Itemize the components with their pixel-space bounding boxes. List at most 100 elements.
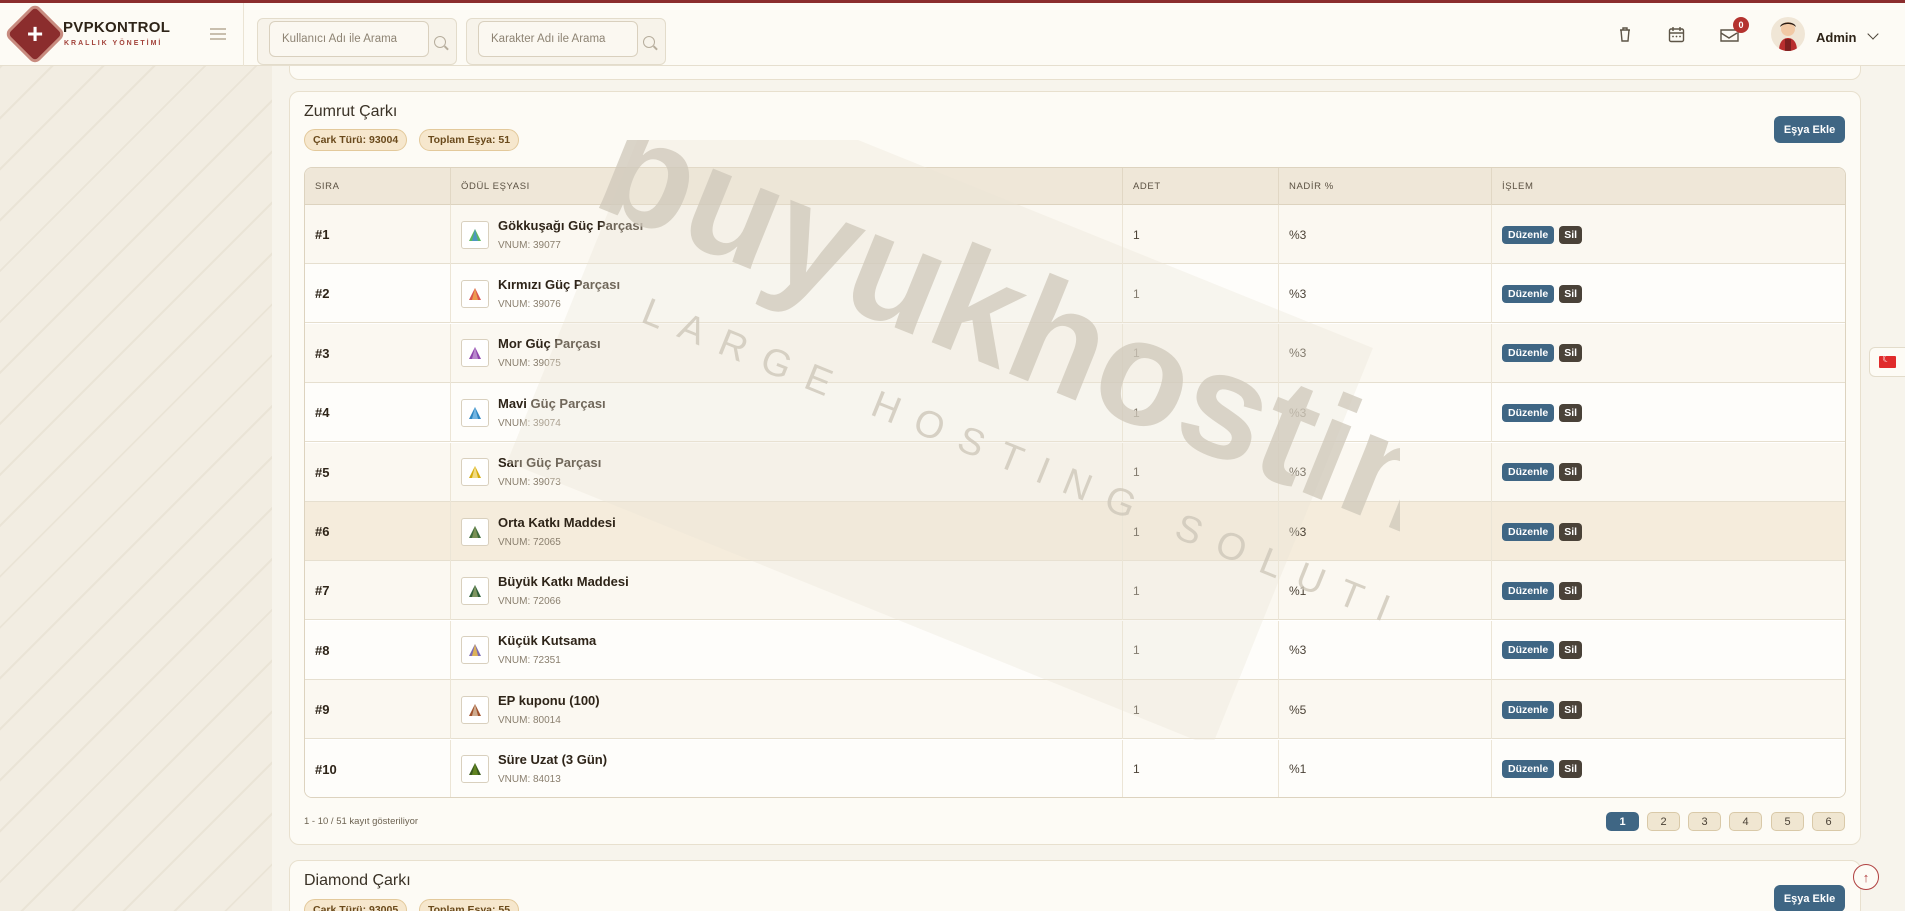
table-row: #9 EP kuponu (100) VNUM: 80014 1 %5 Düze… bbox=[305, 680, 1845, 740]
page-button-3[interactable]: 3 bbox=[1688, 812, 1721, 831]
page-button-1[interactable]: 1 bbox=[1606, 812, 1639, 831]
scroll-to-top-icon[interactable]: ↑ bbox=[1853, 864, 1879, 890]
rank-cell: #1 bbox=[305, 205, 451, 264]
rarity-cell: %5 bbox=[1279, 680, 1492, 740]
avatar[interactable] bbox=[1771, 17, 1805, 51]
edit-button[interactable]: Düzenle bbox=[1502, 760, 1555, 779]
delete-button[interactable]: Sil bbox=[1559, 463, 1583, 482]
wheel-type-badge: Çark Türü: 93004 bbox=[304, 129, 408, 151]
wheel-title: Diamond Çarkı bbox=[304, 872, 411, 889]
quantity-cell: 1 bbox=[1123, 620, 1279, 680]
item-name: Süre Uzat (3 Gün) bbox=[498, 752, 608, 768]
edit-button[interactable]: Düzenle bbox=[1502, 581, 1555, 600]
trash-icon[interactable] bbox=[1614, 23, 1636, 45]
item-vnum: VNUM: 72351 bbox=[498, 655, 561, 667]
actions-cell: Düzenle Sil bbox=[1492, 621, 1845, 680]
actions-cell: Düzenle Sil bbox=[1492, 740, 1845, 797]
delete-button[interactable]: Sil bbox=[1559, 760, 1583, 779]
actions-cell: Düzenle Sil bbox=[1492, 502, 1845, 561]
item-cell: Mor Güç Parçası VNUM: 39075 bbox=[451, 323, 1123, 383]
search-icon[interactable] bbox=[434, 36, 446, 48]
rarity-cell: %3 bbox=[1279, 620, 1492, 680]
table-row: #10 Süre Uzat (3 Gün) VNUM: 84013 1 %1 D… bbox=[305, 739, 1845, 797]
edit-button[interactable]: Düzenle bbox=[1502, 463, 1555, 482]
actions-cell: Düzenle Sil bbox=[1492, 324, 1845, 383]
quantity-cell: 1 bbox=[1123, 205, 1279, 264]
edit-button[interactable]: Düzenle bbox=[1502, 284, 1555, 303]
calendar-icon[interactable] bbox=[1665, 23, 1687, 45]
item-name: Mavi Güç Parçası bbox=[498, 395, 606, 411]
search-icon[interactable] bbox=[643, 36, 655, 48]
item-icon bbox=[461, 576, 489, 605]
table-row: #2 Kırmızı Güç Parçası VNUM: 39076 1 %3 … bbox=[305, 264, 1845, 324]
wheel-title: Zumrut Çarkı bbox=[304, 103, 398, 120]
user-search-input[interactable] bbox=[269, 21, 429, 57]
delete-button[interactable]: Sil bbox=[1559, 522, 1583, 541]
actions-cell: Düzenle Sil bbox=[1492, 383, 1845, 442]
table-row: #3 Mor Güç Parçası VNUM: 39075 1 %3 Düze… bbox=[305, 323, 1845, 383]
item-name: Orta Katkı Maddesi bbox=[498, 514, 616, 530]
top-navbar: + PVPKONTROL KRALLIK YÖNETİMİ 0 Admin bbox=[0, 0, 1905, 66]
quantity-cell: 1 bbox=[1123, 264, 1279, 324]
table-row: #1 Gökkuşağı Güç Parçası VNUM: 39077 1 %… bbox=[305, 205, 1845, 264]
add-item-button[interactable]: Eşya Ekle bbox=[1774, 116, 1845, 143]
edit-button[interactable]: Düzenle bbox=[1502, 344, 1555, 363]
item-vnum: VNUM: 39074 bbox=[498, 417, 561, 429]
rarity-cell: %3 bbox=[1279, 442, 1492, 502]
character-search-input[interactable] bbox=[478, 21, 638, 57]
item-vnum: VNUM: 39073 bbox=[498, 477, 561, 489]
user-name[interactable]: Admin bbox=[1816, 30, 1856, 45]
item-vnum: VNUM: 39076 bbox=[498, 298, 561, 310]
record-info: 1 - 10 / 51 kayıt gösteriliyor bbox=[304, 816, 419, 827]
quantity-cell: 1 bbox=[1123, 739, 1279, 797]
actions-cell: Düzenle Sil bbox=[1492, 264, 1845, 323]
quantity-cell: 1 bbox=[1123, 680, 1279, 740]
delete-button[interactable]: Sil bbox=[1559, 641, 1583, 660]
brand-subtitle: KRALLIK YÖNETİMİ bbox=[64, 40, 163, 47]
hamburger-menu-icon[interactable] bbox=[210, 28, 226, 40]
edit-button[interactable]: Düzenle bbox=[1502, 522, 1555, 541]
delete-button[interactable]: Sil bbox=[1559, 284, 1583, 303]
rewards-table: SIRA ÖDÜL EŞYASI ADET NADİR % İŞLEM #1 G… bbox=[304, 167, 1846, 798]
item-cell: Küçük Kutsama VNUM: 72351 bbox=[451, 620, 1123, 680]
rarity-cell: %1 bbox=[1279, 739, 1492, 797]
delete-button[interactable]: Sil bbox=[1559, 700, 1583, 719]
logo-plus-icon: + bbox=[26, 18, 44, 49]
delete-button[interactable]: Sil bbox=[1559, 225, 1583, 244]
delete-button[interactable]: Sil bbox=[1559, 581, 1583, 600]
item-vnum: VNUM: 80014 bbox=[498, 714, 561, 726]
rarity-cell: %3 bbox=[1279, 205, 1492, 264]
rarity-cell: %3 bbox=[1279, 383, 1492, 443]
item-vnum: VNUM: 72066 bbox=[498, 595, 561, 607]
column-header-qty: ADET bbox=[1123, 168, 1279, 205]
wheel-type-badge: Çark Türü: 93005 bbox=[304, 899, 408, 911]
table-header: SIRA ÖDÜL EŞYASI ADET NADİR % İŞLEM bbox=[305, 168, 1845, 205]
column-header-item: ÖDÜL EŞYASI bbox=[451, 168, 1123, 205]
actions-cell: Düzenle Sil bbox=[1492, 680, 1845, 739]
item-cell: Sarı Güç Parçası VNUM: 39073 bbox=[451, 442, 1123, 502]
background-pattern bbox=[0, 66, 272, 911]
column-header-actions: İŞLEM bbox=[1502, 181, 1534, 192]
chevron-down-icon[interactable] bbox=[1867, 28, 1879, 40]
rarity-cell: %3 bbox=[1279, 323, 1492, 383]
rank-cell: #10 bbox=[305, 739, 451, 797]
rank-cell: #8 bbox=[305, 620, 451, 680]
user-search-box bbox=[257, 18, 457, 65]
delete-button[interactable]: Sil bbox=[1559, 403, 1583, 422]
edit-button[interactable]: Düzenle bbox=[1502, 403, 1555, 422]
page-button-4[interactable]: 4 bbox=[1729, 812, 1762, 831]
item-name: Mor Güç Parçası bbox=[498, 336, 601, 352]
edit-button[interactable]: Düzenle bbox=[1502, 641, 1555, 660]
language-switcher[interactable] bbox=[1869, 347, 1905, 377]
edit-button[interactable]: Düzenle bbox=[1502, 225, 1555, 244]
add-item-button[interactable]: Eşya Ekle bbox=[1774, 885, 1845, 911]
item-name: Gökkuşağı Güç Parçası bbox=[498, 217, 644, 233]
table-row: #8 Küçük Kutsama VNUM: 72351 1 %3 Düzenl… bbox=[305, 620, 1845, 680]
rank-cell: #6 bbox=[305, 502, 451, 561]
page-button-2[interactable]: 2 bbox=[1647, 812, 1680, 831]
item-icon bbox=[461, 636, 489, 665]
delete-button[interactable]: Sil bbox=[1559, 344, 1583, 363]
page-button-6[interactable]: 6 bbox=[1812, 812, 1845, 831]
edit-button[interactable]: Düzenle bbox=[1502, 700, 1555, 719]
page-button-5[interactable]: 5 bbox=[1771, 812, 1804, 831]
